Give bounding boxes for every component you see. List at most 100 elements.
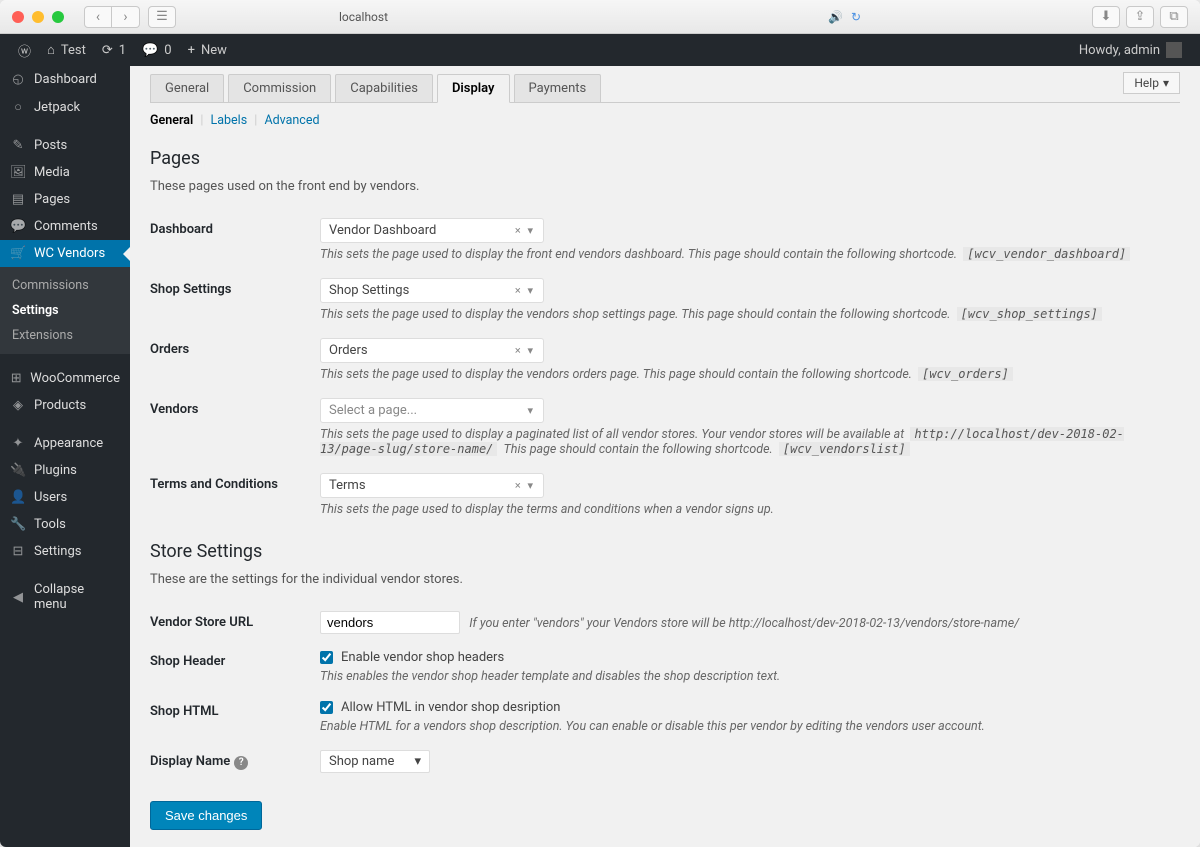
help-button[interactable]: Help ▾: [1123, 72, 1180, 94]
shop-html-checkbox[interactable]: [320, 701, 333, 714]
orders-desc: This sets the page used to display the v…: [320, 367, 1180, 382]
site-link[interactable]: ⌂ Test: [39, 42, 94, 58]
save-button[interactable]: Save changes: [150, 801, 262, 830]
shop-header-checkbox-label: Enable vendor shop headers: [341, 650, 504, 665]
comments-count: 0: [164, 43, 171, 58]
close-window-button[interactable]: [12, 11, 24, 23]
submenu-settings[interactable]: Settings: [0, 298, 130, 323]
products-icon: ◈: [10, 398, 26, 413]
maximize-window-button[interactable]: [52, 11, 64, 23]
display-name-select[interactable]: Shop name▾: [320, 750, 430, 773]
menu-label: Appearance: [34, 436, 103, 451]
orders-select[interactable]: Orders× ▾: [320, 338, 544, 363]
menu-media[interactable]: 🖼Media: [0, 159, 130, 186]
vendor-url-input[interactable]: [320, 611, 460, 634]
pages-section-desc: These pages used on the front end by ven…: [150, 179, 1180, 194]
menu-label: WooCommerce: [30, 371, 120, 386]
orders-label: Orders: [150, 338, 320, 357]
jetpack-icon: ○: [10, 99, 26, 115]
tab-display[interactable]: Display: [437, 74, 510, 103]
orders-shortcode: [wcv_orders]: [918, 367, 1013, 381]
media-icon: 🖼: [10, 165, 26, 180]
terms-label: Terms and Conditions: [150, 473, 320, 492]
forward-button[interactable]: ›: [112, 6, 140, 28]
menu-appearance[interactable]: ✦Appearance: [0, 430, 130, 457]
tabs-button[interactable]: ⧉: [1160, 6, 1188, 28]
new-label: New: [201, 43, 227, 58]
menu-jetpack[interactable]: ○Jetpack: [0, 93, 130, 121]
store-section-title: Store Settings: [150, 541, 1180, 562]
menu-woocommerce[interactable]: ⊞ WooCommerce: [0, 365, 130, 392]
share-button[interactable]: ⇪: [1126, 6, 1154, 28]
subtab-general[interactable]: General: [150, 113, 193, 128]
dashboard-label: Dashboard: [150, 218, 320, 237]
wp-admin-bar: ⓦ ⌂ Test ⟳ 1 💬 0 + New Howdy, admin: [0, 34, 1200, 66]
menu-dashboard[interactable]: ◵Dashboard: [0, 66, 130, 93]
menu-label: Posts: [34, 138, 67, 153]
tab-capabilities[interactable]: Capabilities: [335, 74, 433, 102]
admin-sidebar: ◵Dashboard ○Jetpack ✎ Posts 🖼Media ▤ Pages…: [0, 66, 130, 847]
dashboard-desc: This sets the page used to display the f…: [320, 247, 1180, 262]
menu-wc-vendors[interactable]: 🛒WC Vendors: [0, 240, 130, 267]
browser-titlebar: ‹ › ☰ localhost 🔊 ↻ ⬇ ⇪ ⧉: [0, 0, 1200, 34]
minimize-window-button[interactable]: [32, 11, 44, 23]
display-name-label: Display Name?: [150, 750, 320, 770]
show-sidebar-button[interactable]: ☰: [148, 6, 176, 28]
account-link[interactable]: Howdy, admin: [1071, 42, 1190, 58]
cart-icon: 🛒: [10, 246, 26, 261]
menu-pages[interactable]: ▤ Pages: [0, 186, 130, 213]
posts-icon: ✎: [10, 138, 26, 153]
subtab-labels[interactable]: Labels: [210, 113, 247, 128]
users-icon: 👤: [10, 490, 26, 505]
reader-icon[interactable]: 🔊: [828, 10, 843, 24]
address-bar[interactable]: localhost: [339, 10, 388, 24]
pages-icon: ▤: [10, 192, 26, 207]
shop-settings-desc: This sets the page used to display the v…: [320, 307, 1180, 322]
submenu-commissions[interactable]: Commissions: [0, 273, 130, 298]
collapse-icon: ◀: [10, 590, 26, 605]
tab-general[interactable]: General: [150, 74, 224, 102]
tab-payments[interactable]: Payments: [514, 74, 602, 102]
new-content-link[interactable]: + New: [180, 43, 235, 58]
vendors-shortcode: [wcv_vendorslist]: [779, 442, 910, 456]
avatar: [1166, 42, 1182, 58]
woocommerce-icon: ⊞: [10, 371, 22, 386]
back-button[interactable]: ‹: [84, 6, 112, 28]
menu-products[interactable]: ◈ Products: [0, 392, 130, 419]
menu-label: Tools: [34, 517, 66, 532]
menu-label: Products: [34, 398, 86, 413]
menu-settings[interactable]: ⊟Settings: [0, 538, 130, 565]
updates-count: 1: [119, 43, 126, 58]
shop-settings-label: Shop Settings: [150, 278, 320, 297]
menu-plugins[interactable]: 🔌Plugins: [0, 457, 130, 484]
menu-label: Collapse menu: [34, 582, 120, 612]
terms-select[interactable]: Terms× ▾: [320, 473, 544, 498]
wp-logo[interactable]: ⓦ: [10, 41, 39, 60]
menu-label: Plugins: [34, 463, 77, 478]
shop-settings-select[interactable]: Shop Settings× ▾: [320, 278, 544, 303]
menu-tools[interactable]: 🔧Tools: [0, 511, 130, 538]
updates-link[interactable]: ⟳ 1: [94, 43, 134, 58]
reload-button[interactable]: ↻: [851, 10, 861, 24]
vendors-select[interactable]: Select a page...▾: [320, 398, 544, 423]
shop-header-checkbox[interactable]: [320, 651, 333, 664]
vendor-url-label: Vendor Store URL: [150, 611, 320, 630]
dashboard-select[interactable]: Vendor Dashboard× ▾: [320, 218, 544, 243]
terms-desc: This sets the page used to display the t…: [320, 502, 1180, 517]
menu-label: Pages: [34, 192, 70, 207]
menu-collapse[interactable]: ◀ Collapse menu: [0, 576, 130, 618]
menu-posts[interactable]: ✎ Posts: [0, 132, 130, 159]
help-icon[interactable]: ?: [234, 756, 248, 770]
menu-label: Settings: [34, 544, 81, 559]
comments-icon: 💬: [10, 219, 26, 234]
content-area: Help ▾ General Commission Capabilities D…: [130, 66, 1200, 847]
menu-comments[interactable]: 💬Comments: [0, 213, 130, 240]
menu-users[interactable]: 👤Users: [0, 484, 130, 511]
shop-settings-shortcode: [wcv_shop_settings]: [957, 307, 1102, 321]
comments-link[interactable]: 💬 0: [134, 43, 180, 58]
settings-tabs: General Commission Capabilities Display …: [150, 74, 1180, 103]
subtab-advanced[interactable]: Advanced: [264, 113, 319, 128]
submenu-extensions[interactable]: Extensions: [0, 323, 130, 348]
download-button[interactable]: ⬇: [1092, 6, 1120, 28]
tab-commission[interactable]: Commission: [228, 74, 331, 102]
